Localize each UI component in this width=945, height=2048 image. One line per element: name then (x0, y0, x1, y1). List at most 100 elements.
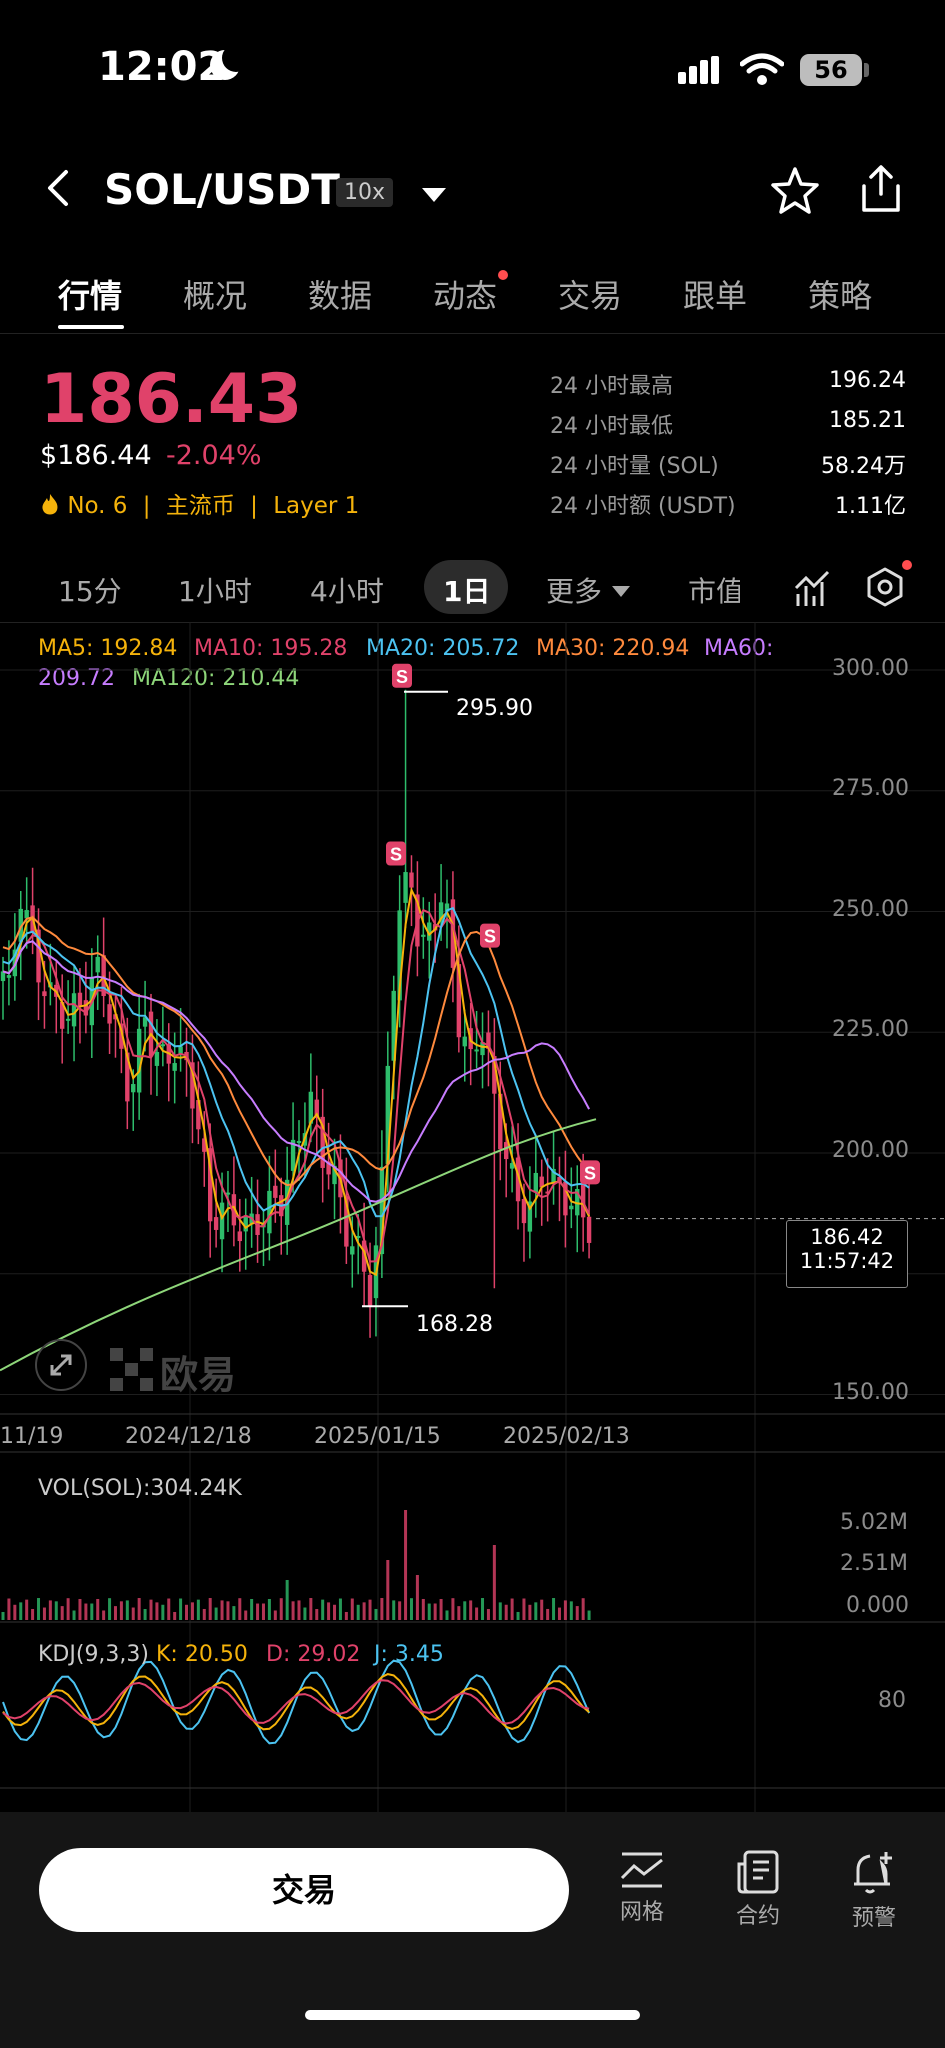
sell-signal-label: S (484, 927, 496, 947)
volume-bar (315, 1609, 319, 1620)
tab-copy-trading[interactable]: 跟单 (683, 271, 747, 317)
candle-body (160, 1044, 166, 1047)
y-tick: 275.00 (832, 776, 909, 801)
okx-logo-icon (110, 1348, 153, 1391)
candle-body (569, 1205, 574, 1210)
current-price-label: 186.42 (810, 1225, 884, 1249)
volume-bar (291, 1601, 295, 1620)
rank-label[interactable]: No. 6 (67, 493, 127, 519)
current-price-box: 186.42 11:57:42 (786, 1220, 908, 1288)
kdj-label: KDJ(9,3,3) (38, 1642, 149, 1667)
favorite-star-icon[interactable] (770, 166, 820, 216)
indicator-icon[interactable] (794, 568, 830, 608)
interval-15m[interactable]: 15分 (58, 570, 122, 610)
volume-bar (552, 1598, 556, 1620)
contract-document-icon (737, 1850, 779, 1894)
interval-1h[interactable]: 1小时 (178, 570, 252, 610)
kdj-k: K: 20.50 (156, 1642, 248, 1667)
y-tick: 150.00 (832, 1380, 909, 1405)
volume-bar (19, 1602, 23, 1620)
volume-bar (250, 1598, 254, 1620)
volume-bar (421, 1598, 425, 1620)
volume-bar (581, 1598, 585, 1620)
volume-bar (409, 1598, 413, 1620)
volume-bar (333, 1604, 337, 1620)
bell-plus-icon (854, 1852, 892, 1894)
volume-bar (84, 1603, 88, 1620)
volume-bar (261, 1603, 265, 1620)
volume-bar (433, 1603, 437, 1620)
more-caret-icon (612, 586, 630, 597)
volume-bar (398, 1601, 402, 1620)
candle-body (77, 992, 83, 1008)
volume-bar (303, 1607, 307, 1620)
grid-label: 网格 (619, 1900, 664, 1925)
tab-market[interactable]: 行情 (58, 271, 122, 317)
trading-pair-title[interactable]: SOL/USDT (104, 165, 340, 214)
interval-market-cap[interactable]: 市值 (688, 570, 740, 610)
candlesticks (0, 689, 592, 1338)
trade-button[interactable]: 交易 (39, 1848, 569, 1932)
volume-bar (362, 1602, 366, 1620)
interval-4h[interactable]: 4小时 (310, 570, 384, 610)
home-indicator (305, 2010, 640, 2020)
category-tag[interactable]: 主流币 (166, 493, 235, 519)
candle-body (131, 1084, 136, 1093)
volume-bar (42, 1607, 46, 1620)
y-tick: 250.00 (832, 897, 909, 922)
volume-bar (273, 1610, 277, 1620)
volume-bar (439, 1599, 443, 1620)
contract-button[interactable]: 合约 (708, 1850, 808, 1930)
volume-bar (356, 1604, 360, 1620)
volume-bar (486, 1609, 490, 1620)
settings-notification-dot (902, 560, 912, 570)
back-arrow-icon[interactable] (44, 168, 74, 208)
volume-bar (54, 1601, 58, 1620)
volume-bar (445, 1610, 449, 1620)
battery-indicator: 56 (800, 54, 862, 86)
tab-feed[interactable]: 动态 (433, 271, 497, 317)
x-tick: 2025/01/15 (314, 1424, 441, 1449)
layer-tag[interactable]: Layer 1 (273, 493, 359, 519)
volume-bar (208, 1598, 212, 1620)
candle-body (24, 910, 29, 919)
last-price: 186.43 (40, 360, 303, 439)
volume-bar (113, 1606, 117, 1620)
tab-data[interactable]: 数据 (308, 271, 372, 317)
tab-overview[interactable]: 概况 (183, 271, 247, 317)
interval-1d[interactable]: 1日 (443, 570, 490, 610)
candle-body (154, 1051, 160, 1066)
volume-bar (534, 1602, 538, 1620)
low-price-marker: 168.28 (416, 1312, 493, 1337)
settings-icon[interactable] (866, 566, 904, 608)
alert-button[interactable]: 预警 (824, 1850, 924, 1932)
volume-bar (185, 1604, 189, 1620)
stat-high-label: 24 小时最高 (550, 374, 673, 399)
volume-bar (374, 1608, 378, 1620)
vol-tick: 2.51M (840, 1551, 908, 1576)
volume-bar (214, 1607, 218, 1620)
share-icon[interactable] (858, 164, 904, 214)
candle-body (586, 1216, 592, 1243)
volume-bar (96, 1598, 100, 1620)
interval-more[interactable]: 更多 (546, 570, 602, 610)
x-tick: 11/19 (0, 1424, 64, 1449)
volume-bar (457, 1606, 461, 1620)
expand-icon[interactable] (34, 1338, 88, 1392)
candle-body (237, 1231, 242, 1242)
volume-bar (510, 1598, 514, 1620)
volume-bar (327, 1602, 331, 1620)
candle-body (42, 991, 47, 997)
candle-body (219, 1202, 225, 1240)
kline-chart[interactable]: S S S S (0, 622, 945, 1812)
fire-icon (42, 494, 58, 515)
volume-bar (297, 1600, 301, 1620)
volume-bar (220, 1600, 224, 1620)
tab-strategy[interactable]: 策略 (808, 271, 872, 317)
tab-trade[interactable]: 交易 (558, 271, 622, 317)
volume-bar (244, 1610, 248, 1620)
grid-button[interactable]: 网格 (592, 1850, 692, 1926)
volume-bar (102, 1610, 106, 1620)
pair-dropdown-icon[interactable] (422, 188, 446, 202)
volume-bar (404, 1510, 408, 1620)
